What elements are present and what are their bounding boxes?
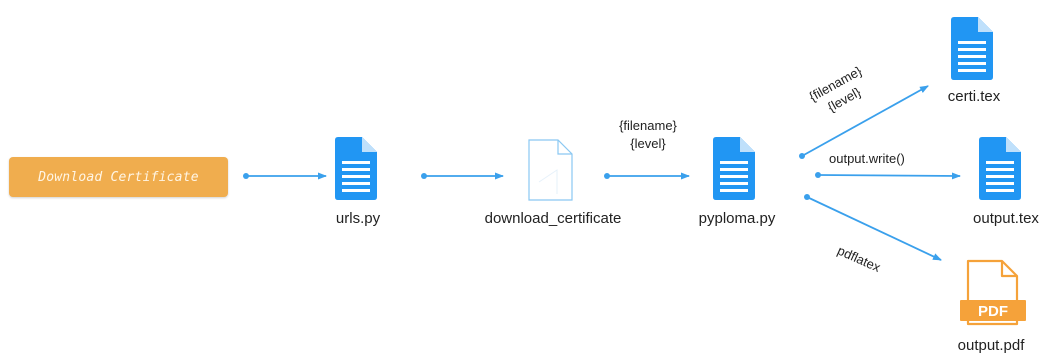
node-label-urls: urls.py: [335, 210, 381, 227]
node-label-pyploma: pyploma.py: [698, 210, 776, 227]
edge-urls-to-download-certificate: [421, 172, 504, 180]
document-icon[interactable]: [979, 137, 1021, 200]
document-outline-icon[interactable]: [528, 139, 573, 201]
document-icon[interactable]: [713, 137, 755, 200]
node-label-output-pdf: output.pdf: [957, 337, 1025, 354]
download-certificate-button[interactable]: Download Certificate: [9, 157, 228, 197]
edge-pyploma-to-output-pdf: [804, 194, 942, 261]
edge-label-level: {level}: [630, 136, 666, 151]
node-label-download-certificate: download_certificate: [484, 210, 622, 227]
document-icon[interactable]: [335, 137, 377, 200]
edge-label-output-write: output.write(): [829, 151, 905, 166]
edge-pyploma-to-output-tex: [815, 172, 961, 180]
edge-label-filename: {filename}: [619, 118, 677, 133]
edge-button-to-urls: [243, 172, 327, 180]
node-label-certi-tex: certi.tex: [947, 88, 1001, 105]
edge-download-certificate-to-pyploma: [604, 172, 690, 180]
node-label-output-tex: output.tex: [973, 210, 1039, 227]
document-icon[interactable]: [951, 17, 993, 80]
pdf-badge: PDF: [978, 303, 1008, 320]
edge-label-download-to-pyploma: {filename} {level}: [604, 117, 692, 153]
pdf-file-icon[interactable]: PDF: [960, 259, 1026, 326]
download-certificate-button-label: Download Certificate: [38, 169, 199, 185]
